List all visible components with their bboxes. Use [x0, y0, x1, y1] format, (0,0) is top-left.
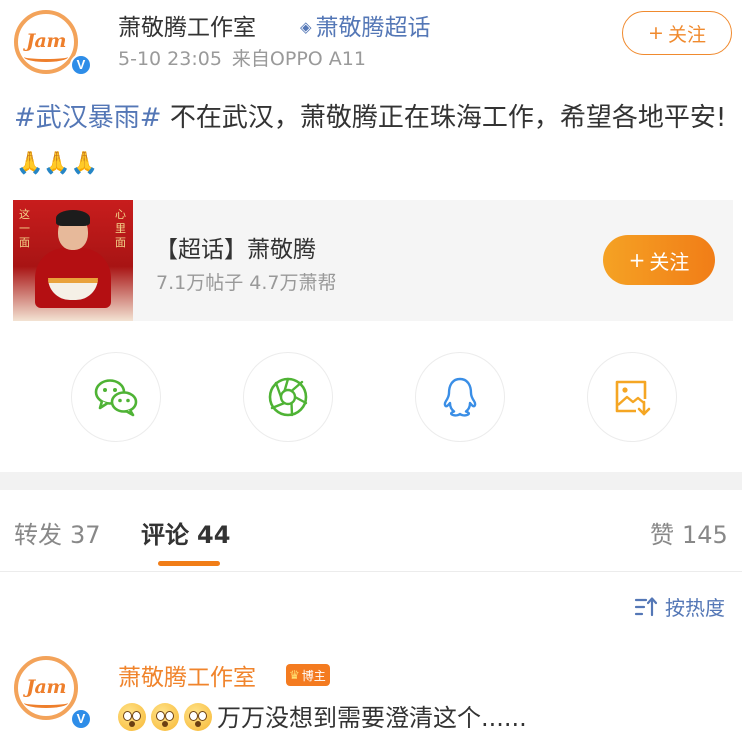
hashtag-link[interactable]: #武汉暴雨#	[14, 103, 162, 133]
avatar-logo-swoosh	[24, 52, 68, 62]
thumb-text-left: 这一面	[19, 208, 30, 249]
thumb-person-hair	[56, 210, 90, 226]
tab-repost-label: 转发	[14, 521, 62, 549]
super-topic-thumbnail: 这一面 心里面	[13, 200, 133, 321]
blogger-badge: ♛ 博主	[286, 664, 330, 686]
author-name[interactable]: 萧敬腾工作室	[118, 8, 256, 42]
comment-author-avatar[interactable]: Jam	[14, 656, 78, 720]
surprised-emoji-icon	[118, 703, 146, 731]
follow-author-button[interactable]: + 关注	[622, 11, 732, 55]
super-topic-card[interactable]: 这一面 心里面 【超话】萧敬腾 7.1万帖子 4.7万萧帮 + 关注	[13, 200, 733, 321]
share-qq-button[interactable]	[415, 352, 505, 442]
avatar-logo: Jam	[26, 30, 66, 52]
tab-comments[interactable]: 评论 44	[141, 515, 230, 550]
post-body: #武汉暴雨# 不在武汉，萧敬腾正在珠海工作，希望各地平安! 🙏🙏🙏	[14, 96, 728, 186]
sort-label: 按热度	[665, 596, 725, 620]
tab-likes-label: 赞	[650, 521, 674, 549]
tab-repost[interactable]: 转发 37	[14, 515, 101, 550]
verified-badge-icon: V	[70, 708, 92, 730]
sort-by-hot-button[interactable]: 按热度	[634, 592, 725, 621]
tab-comments-count: 44	[197, 521, 231, 549]
verified-badge-icon: V	[70, 54, 92, 76]
tab-likes[interactable]: 赞 145	[650, 515, 728, 550]
tab-comments-label: 评论	[141, 521, 189, 549]
moments-icon	[268, 377, 308, 417]
follow-super-topic-label: 关注	[649, 249, 690, 274]
save-image-icon	[615, 380, 651, 416]
save-image-button[interactable]	[587, 352, 677, 442]
blogger-badge-label: 博主	[301, 668, 326, 683]
tab-divider	[0, 571, 742, 572]
diamond-icon: ◈	[300, 18, 312, 36]
tab-repost-count: 37	[70, 521, 101, 549]
qq-icon	[443, 377, 477, 417]
tab-likes-count: 145	[682, 521, 728, 549]
plus-icon: +	[628, 248, 646, 272]
crown-icon: ♛	[289, 668, 300, 682]
post-timestamp: 5-10 23:05	[118, 48, 222, 70]
super-topic-link-label: 萧敬腾超话	[315, 15, 431, 41]
surprised-emoji-icon	[151, 703, 179, 731]
section-divider	[0, 472, 742, 490]
share-wechat-button[interactable]	[71, 352, 161, 442]
follow-super-topic-button[interactable]: + 关注	[603, 235, 715, 285]
active-tab-indicator	[158, 561, 220, 566]
post-source: 来自OPPO A11	[231, 48, 366, 70]
follow-author-label: 关注	[667, 23, 706, 46]
sort-icon	[634, 596, 658, 616]
comment-body: 万万没想到需要澄清这个......	[118, 698, 527, 731]
share-moments-button[interactable]	[243, 352, 333, 442]
wechat-icon	[94, 379, 138, 417]
thumb-text-right: 心里面	[115, 208, 126, 249]
post-body-text: 不在武汉，萧敬腾正在珠海工作，希望各地平安!	[161, 103, 727, 133]
avatar-logo-swoosh	[24, 698, 68, 708]
comment-author-name[interactable]: 萧敬腾工作室	[118, 658, 256, 692]
post-meta: 5-10 23:05 来自OPPO A11	[118, 44, 366, 71]
super-topic-stats: 7.1万帖子 4.7万萧帮	[156, 272, 337, 294]
super-topic-title: 【超话】萧敬腾	[155, 237, 316, 263]
super-topic-link[interactable]: ◈ 萧敬腾超话	[300, 8, 431, 42]
author-avatar[interactable]: Jam	[14, 10, 78, 74]
pray-emoji: 🙏🙏🙏	[16, 151, 99, 176]
comment-text: 万万没想到需要澄清这个......	[217, 704, 527, 731]
avatar-logo: Jam	[26, 676, 66, 698]
plus-icon: +	[648, 22, 664, 44]
surprised-emoji-icon	[184, 703, 212, 731]
